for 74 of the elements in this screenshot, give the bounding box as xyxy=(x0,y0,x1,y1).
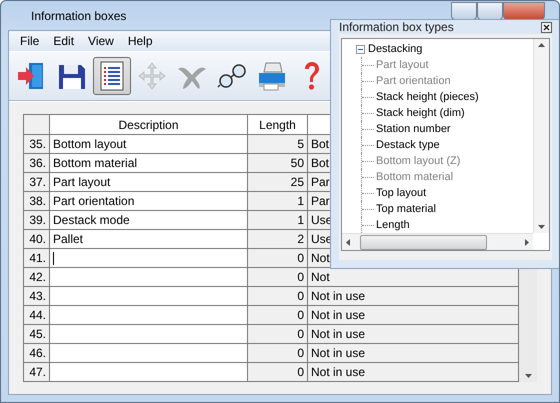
row-number: 41. xyxy=(24,248,50,268)
table-cell: Not in use xyxy=(308,286,519,306)
row-number: 39. xyxy=(24,210,50,230)
length-cell: 0 xyxy=(248,268,308,286)
description-cell[interactable]: Destack mode xyxy=(50,210,248,230)
row-number: 45. xyxy=(24,324,50,344)
up-arrow-icon xyxy=(538,43,545,47)
length-cell: 25 xyxy=(248,172,308,192)
row-number: 37. xyxy=(24,172,50,192)
description-cell[interactable] xyxy=(50,248,248,268)
left-arrow-icon xyxy=(346,238,350,246)
description-cell[interactable] xyxy=(50,268,248,286)
description-cell[interactable]: Part orientation xyxy=(50,192,248,210)
close-icon[interactable] xyxy=(541,22,552,32)
length-cell: 0 xyxy=(248,306,308,324)
right-arrow-icon xyxy=(525,238,529,246)
table-cell: Not in use xyxy=(308,306,519,324)
menu-item[interactable]: Help xyxy=(120,34,160,48)
tree-item[interactable]: Stack height (pieces) xyxy=(376,91,479,103)
row-number: 35. xyxy=(24,134,50,154)
down-arrow-icon xyxy=(524,374,532,378)
table-cell: Not in use xyxy=(308,344,519,362)
description-cell[interactable]: Pallet xyxy=(50,230,248,248)
length-cell: 1 xyxy=(248,210,308,230)
horizontal-scrollbar[interactable] xyxy=(342,233,533,250)
window-title: Information boxes xyxy=(31,8,128,22)
column-header: Description xyxy=(50,114,248,134)
minimize-button[interactable] xyxy=(451,2,477,20)
row-number: 36. xyxy=(24,154,50,172)
description-cell[interactable] xyxy=(50,362,248,382)
list-icon xyxy=(98,60,126,92)
row-number: 40. xyxy=(24,230,50,248)
row-number: 46. xyxy=(24,344,50,362)
length-cell: 0 xyxy=(248,344,308,362)
down-arrow-icon xyxy=(538,225,545,229)
length-cell: 0 xyxy=(248,324,308,344)
move-arrows-icon xyxy=(137,61,167,91)
row-number: 42. xyxy=(24,268,50,286)
printer-icon xyxy=(256,60,288,92)
tree-item[interactable]: Stack height (dim) xyxy=(376,107,465,119)
toolbar-button[interactable] xyxy=(93,57,131,95)
description-cell[interactable] xyxy=(50,306,248,324)
tree-node[interactable]: Destacking xyxy=(368,43,422,55)
length-cell: 1 xyxy=(248,192,308,210)
column-header: Length xyxy=(248,114,308,134)
length-cell: 2 xyxy=(248,230,308,248)
description-cell[interactable] xyxy=(50,344,248,362)
menu-item[interactable]: File xyxy=(13,34,46,48)
scroll-thumb[interactable] xyxy=(360,234,487,250)
row-number: 43. xyxy=(24,286,50,306)
menu-item[interactable]: Edit xyxy=(46,34,82,48)
description-cell[interactable] xyxy=(50,286,248,306)
row-number: 44. xyxy=(24,306,50,324)
table-cell: Not in use xyxy=(308,324,519,344)
length-cell: 0 xyxy=(248,286,308,306)
tree-item[interactable]: Length xyxy=(376,219,410,231)
menu-item[interactable]: View xyxy=(81,34,121,48)
row-number: 38. xyxy=(24,192,50,210)
window-title: Information box types xyxy=(339,20,455,34)
description-cell[interactable]: Bottom material xyxy=(50,154,248,172)
table-cell: Not in use xyxy=(308,362,519,382)
length-cell: 50 xyxy=(248,154,308,172)
description-cell[interactable] xyxy=(50,324,248,344)
question-mark-icon xyxy=(302,60,322,92)
maximize-button[interactable] xyxy=(477,2,503,20)
length-cell: 0 xyxy=(248,248,308,268)
table-cell: Not xyxy=(308,268,519,286)
description-cell[interactable]: Bottom layout xyxy=(50,134,248,154)
length-cell: 0 xyxy=(248,362,308,382)
description-cell[interactable]: Part layout xyxy=(50,172,248,192)
length-cell: 5 xyxy=(248,134,308,154)
tree-item[interactable]: Destack type xyxy=(376,139,440,151)
collapse-icon[interactable] xyxy=(356,44,365,54)
row-number: 47. xyxy=(24,362,50,382)
